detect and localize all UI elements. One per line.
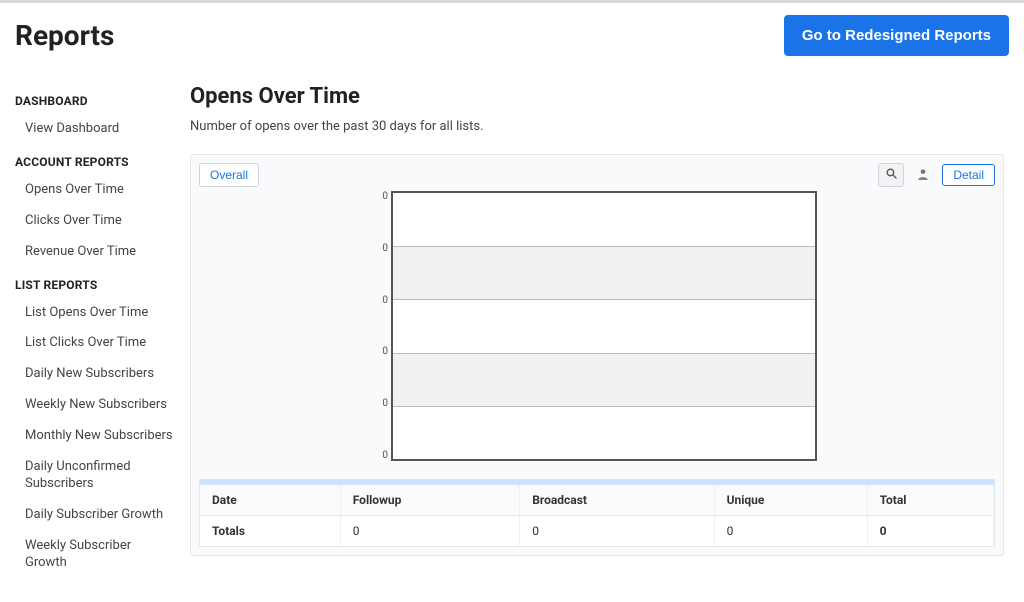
- chart-band: [393, 353, 815, 406]
- main-content: Opens Over Time Number of opens over the…: [180, 74, 1024, 578]
- sidebar-item-revenue-over-time[interactable]: Revenue Over Time: [10, 237, 180, 268]
- user-icon-button[interactable]: [910, 163, 936, 187]
- magnifier-icon: [885, 167, 898, 183]
- y-tick: 0: [382, 346, 388, 357]
- chart-area: 0 0 0 0 0 0: [377, 191, 817, 461]
- sidebar-item-monthly-new-subscribers[interactable]: Monthly New Subscribers: [10, 421, 180, 452]
- report-title: Opens Over Time: [190, 84, 1004, 109]
- sidebar-heading-list-reports: LIST REPORTS: [10, 268, 180, 298]
- detail-button[interactable]: Detail: [942, 164, 995, 186]
- table-header-row: Date Followup Broadcast Unique Total: [200, 485, 994, 516]
- report-description: Number of opens over the past 30 days fo…: [190, 119, 1004, 134]
- sidebar-item-weekly-new-subscribers[interactable]: Weekly New Subscribers: [10, 390, 180, 421]
- chart-gridline: [393, 406, 815, 407]
- column-header-unique: Unique: [714, 485, 867, 516]
- search-icon-button[interactable]: [878, 163, 904, 187]
- chart-panel: Overall Detail: [190, 154, 1004, 556]
- cell-totals-followup: 0: [340, 516, 520, 547]
- y-tick: 0: [382, 295, 388, 306]
- chart-band: [393, 246, 815, 299]
- cell-totals-unique: 0: [714, 516, 867, 547]
- chart-header: Overall Detail: [199, 163, 995, 187]
- sidebar-item-daily-subscriber-growth[interactable]: Daily Subscriber Growth: [10, 500, 180, 531]
- cell-totals-label: Totals: [200, 516, 340, 547]
- column-header-date: Date: [200, 485, 340, 516]
- column-header-broadcast: Broadcast: [520, 485, 714, 516]
- page-title: Reports: [15, 19, 114, 52]
- y-tick: 0: [382, 398, 388, 409]
- chart-gridline: [393, 299, 815, 300]
- y-tick: 0: [382, 450, 388, 461]
- sidebar-item-daily-unconfirmed-subscribers[interactable]: Daily Unconfirmed Subscribers: [10, 452, 180, 500]
- go-to-redesigned-reports-button[interactable]: Go to Redesigned Reports: [784, 15, 1009, 56]
- sidebar-item-list-opens-over-time[interactable]: List Opens Over Time: [10, 298, 180, 329]
- chart-y-axis: 0 0 0 0 0 0: [377, 191, 391, 461]
- column-header-followup: Followup: [340, 485, 520, 516]
- sidebar-heading-dashboard: DASHBOARD: [10, 84, 180, 114]
- user-icon: [916, 167, 930, 184]
- sidebar-item-weekly-subscriber-growth[interactable]: Weekly Subscriber Growth: [10, 531, 180, 579]
- sidebar-item-list-clicks-over-time[interactable]: List Clicks Over Time: [10, 328, 180, 359]
- layout: DASHBOARD View Dashboard ACCOUNT REPORTS…: [0, 74, 1024, 578]
- cell-totals-broadcast: 0: [520, 516, 714, 547]
- chart-gridline: [393, 246, 815, 247]
- data-table-wrap: Date Followup Broadcast Unique Total Tot…: [199, 479, 995, 547]
- chart-toolbar: Detail: [878, 163, 995, 187]
- sidebar-item-clicks-over-time[interactable]: Clicks Over Time: [10, 206, 180, 237]
- chart-gridline: [393, 353, 815, 354]
- page-header: Reports Go to Redesigned Reports: [0, 3, 1024, 74]
- chart-plot-area: [391, 191, 817, 461]
- tab-overall[interactable]: Overall: [199, 163, 259, 187]
- y-tick: 0: [382, 243, 388, 254]
- sidebar-heading-account-reports: ACCOUNT REPORTS: [10, 145, 180, 175]
- sidebar-item-view-dashboard[interactable]: View Dashboard: [10, 114, 180, 145]
- sidebar: DASHBOARD View Dashboard ACCOUNT REPORTS…: [10, 74, 180, 578]
- column-header-total: Total: [867, 485, 993, 516]
- y-tick: 0: [382, 191, 388, 202]
- sidebar-item-daily-new-subscribers[interactable]: Daily New Subscribers: [10, 359, 180, 390]
- sidebar-item-opens-over-time[interactable]: Opens Over Time: [10, 175, 180, 206]
- table-row: Totals 0 0 0 0: [200, 516, 994, 547]
- cell-totals-total: 0: [867, 516, 993, 547]
- data-table: Date Followup Broadcast Unique Total Tot…: [200, 485, 994, 546]
